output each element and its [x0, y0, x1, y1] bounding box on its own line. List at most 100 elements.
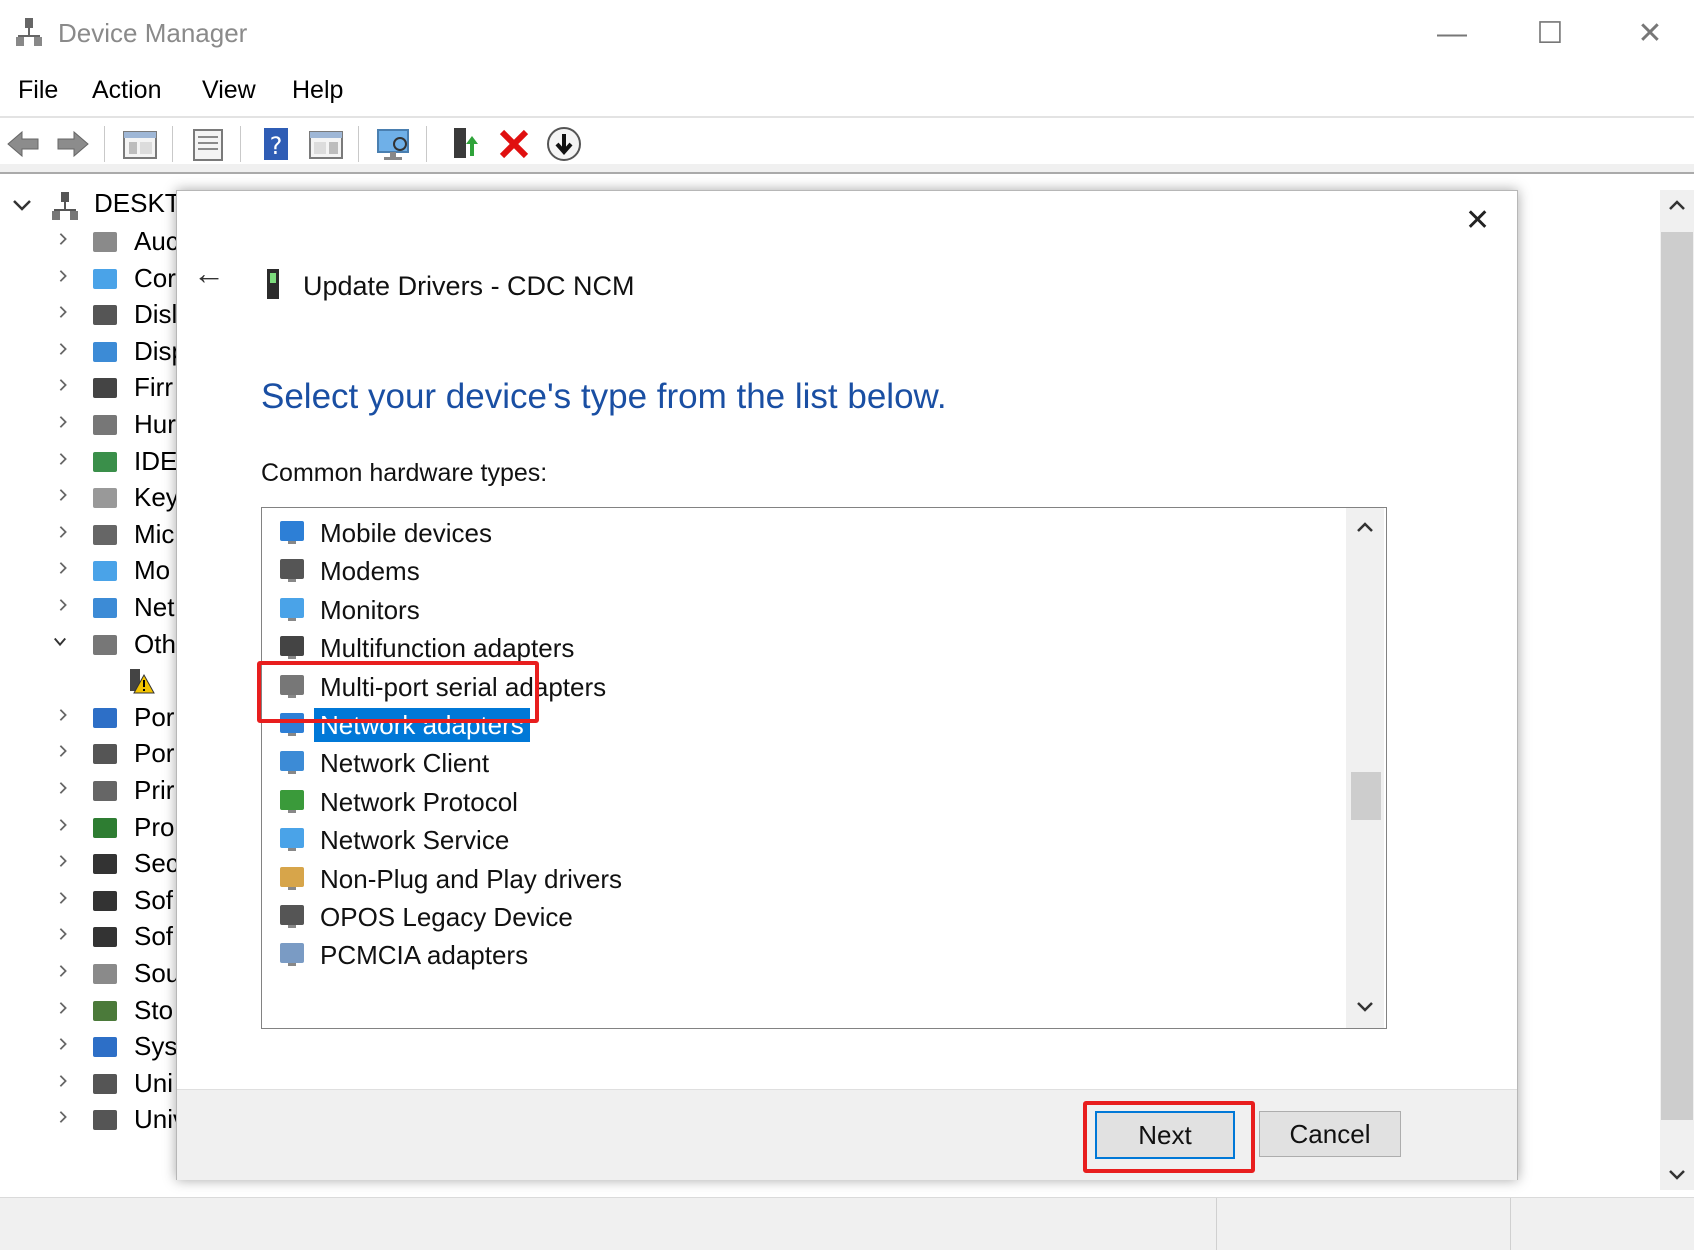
tree-item[interactable]: Disl: [0, 297, 180, 333]
list-item[interactable]: Mobile devices: [274, 512, 1334, 552]
scan-hardware-icon[interactable]: [374, 124, 414, 164]
chevron-right-icon[interactable]: [56, 378, 70, 392]
tree-root[interactable]: DESKTC: [0, 188, 199, 224]
list-scroll-down-icon[interactable]: [1356, 1000, 1374, 1019]
menu-file[interactable]: File: [18, 76, 58, 105]
list-item[interactable]: Modems: [274, 550, 1334, 590]
tree-item[interactable]: Prir: [0, 773, 180, 809]
chevron-right-icon[interactable]: [56, 415, 70, 429]
tree-item[interactable]: Key: [0, 480, 180, 516]
help-icon[interactable]: ?: [256, 124, 296, 164]
chevron-right-icon[interactable]: [56, 1001, 70, 1015]
close-window-button[interactable]: ✕: [1630, 14, 1670, 54]
unknown-device-warning-icon: [126, 667, 156, 695]
tree-item[interactable]: Cor: [0, 261, 180, 297]
chevron-right-icon[interactable]: [56, 854, 70, 868]
device-category-icon: [90, 521, 120, 549]
chevron-right-icon[interactable]: [56, 927, 70, 941]
device-category-icon: [90, 374, 120, 402]
list-item[interactable]: OPOS Legacy Device: [274, 896, 1334, 936]
tree-item[interactable]: Mic: [0, 517, 180, 553]
list-scroll-thumb[interactable]: [1351, 772, 1381, 820]
download-circle-icon[interactable]: [544, 124, 584, 164]
chevron-down-icon[interactable]: [12, 198, 32, 214]
list-item[interactable]: Network Protocol: [274, 781, 1334, 821]
chevron-right-icon[interactable]: [56, 305, 70, 319]
maximize-button[interactable]: ☐: [1530, 14, 1570, 54]
scroll-down-icon[interactable]: [1668, 1168, 1686, 1187]
chevron-right-icon[interactable]: [56, 1037, 70, 1051]
window-title: Device Manager: [58, 18, 248, 48]
uninstall-red-x-icon[interactable]: [494, 124, 534, 164]
tree-item[interactable]: Sto: [0, 993, 180, 1029]
list-scrollbar[interactable]: [1346, 508, 1384, 1028]
tree-item[interactable]: [0, 663, 180, 699]
chevron-right-icon[interactable]: [56, 891, 70, 905]
show-hide-console-tree-icon[interactable]: [120, 124, 160, 164]
properties-icon[interactable]: [188, 124, 228, 164]
tree-item[interactable]: Universal Serial Bus devices: [0, 1102, 463, 1138]
scroll-up-icon[interactable]: [1668, 198, 1686, 217]
chevron-right-icon[interactable]: [56, 452, 70, 466]
tree-item[interactable]: Firr: [0, 370, 180, 406]
back-button[interactable]: ←: [193, 255, 225, 292]
list-item[interactable]: Non-Plug and Play drivers: [274, 858, 1334, 898]
back-arrow-icon[interactable]: [4, 124, 44, 164]
update-driver-icon[interactable]: [444, 124, 484, 164]
menu-view[interactable]: View: [202, 76, 256, 105]
hardware-type-icon: [276, 633, 308, 661]
forward-arrow-icon[interactable]: [52, 124, 92, 164]
tree-item[interactable]: Mo: [0, 553, 180, 589]
tree-item[interactable]: Sec: [0, 846, 180, 882]
scroll-thumb[interactable]: [1661, 232, 1693, 1120]
tree-item[interactable]: Sou: [0, 956, 180, 992]
chevron-right-icon[interactable]: [56, 488, 70, 502]
chevron-right-icon[interactable]: [56, 781, 70, 795]
chevron-right-icon[interactable]: [56, 964, 70, 978]
list-scroll-up-icon[interactable]: [1356, 520, 1374, 539]
list-item[interactable]: PCMCIA adapters: [274, 934, 1334, 974]
chevron-right-icon[interactable]: [56, 708, 70, 722]
list-item-label: Network Client: [320, 748, 490, 779]
tree-item-label: Key: [134, 482, 179, 513]
tree-item[interactable]: Por: [0, 700, 180, 736]
tree-item[interactable]: Sof: [0, 919, 180, 955]
main-vertical-scrollbar[interactable]: [1660, 190, 1694, 1190]
tree-item[interactable]: Uni: [0, 1066, 180, 1102]
list-item[interactable]: Network Service: [274, 819, 1334, 859]
menu-help[interactable]: Help: [292, 76, 343, 105]
chevron-right-icon[interactable]: [56, 525, 70, 539]
tree-item[interactable]: Sof: [0, 883, 180, 919]
chevron-right-icon[interactable]: [56, 818, 70, 832]
tree-item[interactable]: Por: [0, 736, 180, 772]
chevron-right-icon[interactable]: [56, 342, 70, 356]
chevron-right-icon[interactable]: [56, 269, 70, 283]
chevron-down-icon[interactable]: [50, 635, 70, 649]
minimize-button[interactable]: —: [1432, 14, 1472, 54]
tree-item-label: Sof: [134, 921, 174, 952]
list-item[interactable]: Monitors: [274, 589, 1334, 629]
tree-item[interactable]: Sys: [0, 1029, 180, 1065]
dialog-close-button[interactable]: ✕: [1465, 203, 1490, 238]
chevron-right-icon[interactable]: [56, 1110, 70, 1124]
hardware-type-list[interactable]: Mobile devices Modems Monitors Multifunctio…: [261, 507, 1387, 1029]
menu-action[interactable]: Action: [92, 76, 161, 105]
list-item[interactable]: Network Client: [274, 742, 1334, 782]
action-pane-icon[interactable]: [306, 124, 346, 164]
tree-item[interactable]: IDE: [0, 444, 180, 480]
tree-item[interactable]: Auc: [0, 224, 180, 260]
tree-item[interactable]: Disp: [0, 334, 186, 370]
chevron-right-icon[interactable]: [56, 744, 70, 758]
chevron-right-icon[interactable]: [56, 561, 70, 575]
chevron-right-icon[interactable]: [56, 1074, 70, 1088]
tree-item[interactable]: Pro: [0, 810, 180, 846]
tree-item[interactable]: Net: [0, 590, 180, 626]
chevron-right-icon[interactable]: [56, 598, 70, 612]
cancel-button[interactable]: Cancel: [1259, 1111, 1401, 1157]
hardware-type-icon: [276, 787, 308, 815]
hardware-type-icon: [276, 902, 308, 930]
device-category-icon: [90, 338, 120, 366]
tree-item[interactable]: Oth: [0, 627, 180, 663]
chevron-right-icon[interactable]: [56, 232, 70, 246]
tree-item[interactable]: Hur: [0, 407, 180, 443]
